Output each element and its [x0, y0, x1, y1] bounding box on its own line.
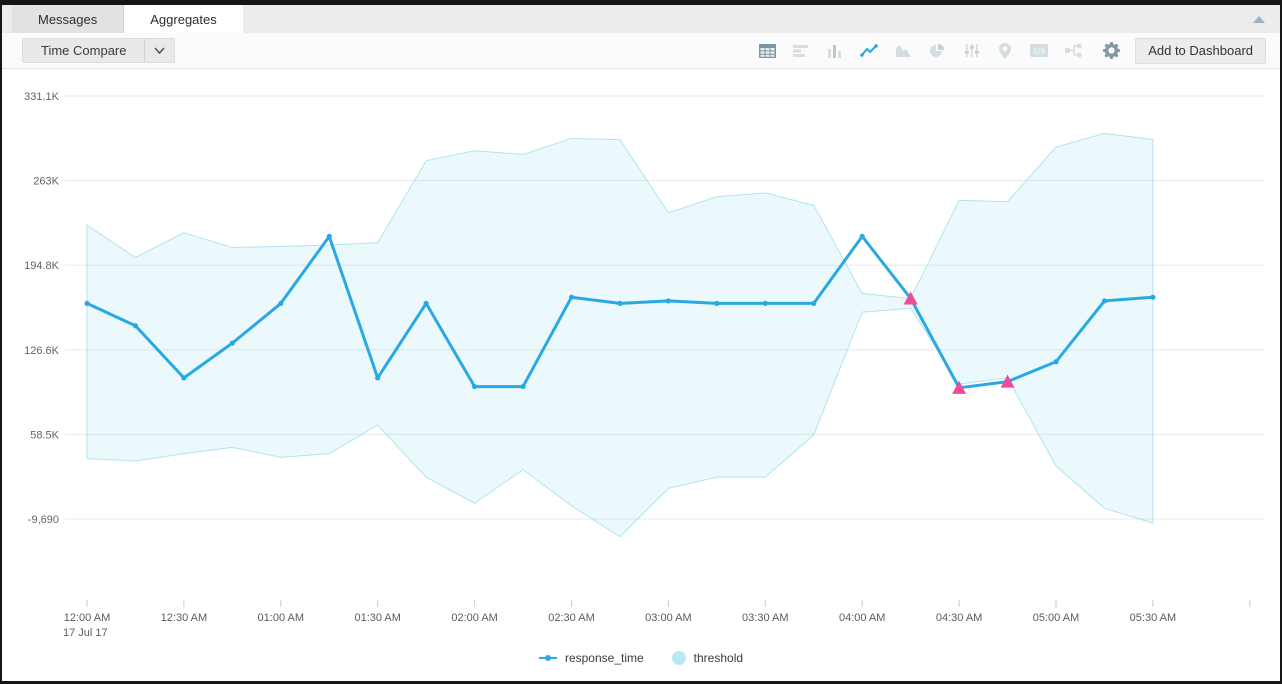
chart-area: 331.1K 263K 194.8K 126.6K 58.5K -9,690 12:00 A…	[2, 69, 1280, 681]
svg-text:58.5K: 58.5K	[30, 429, 59, 441]
svg-text:05:30 AM: 05:30 AM	[1130, 612, 1176, 624]
svg-text:03:00 AM: 03:00 AM	[645, 612, 691, 624]
sliders-icon[interactable]	[961, 41, 981, 61]
svg-text:04:30 AM: 04:30 AM	[936, 612, 982, 624]
line-series-marker-icon	[539, 654, 557, 662]
tab-aggregates-label: Aggregates	[150, 12, 217, 27]
svg-text:123: 123	[1033, 49, 1045, 56]
map-pin-icon[interactable]	[995, 41, 1015, 61]
svg-text:263K: 263K	[33, 176, 59, 188]
tab-strip: Messages Aggregates	[2, 5, 1280, 33]
svg-text:194.8K: 194.8K	[24, 260, 60, 272]
single-value-icon[interactable]: 123	[1029, 41, 1049, 61]
flow-icon[interactable]	[1063, 41, 1083, 61]
bar-chart-icon[interactable]	[791, 41, 811, 61]
chart-type-switcher: 123	[757, 41, 1083, 61]
svg-text:126.6K: 126.6K	[24, 345, 60, 357]
legend-item-threshold[interactable]: threshold	[672, 651, 743, 665]
tab-messages-label: Messages	[38, 12, 97, 27]
add-to-dashboard-label: Add to Dashboard	[1148, 43, 1253, 58]
svg-text:01:00 AM: 01:00 AM	[258, 612, 304, 624]
add-to-dashboard-button[interactable]: Add to Dashboard	[1135, 38, 1266, 64]
x-axis: 12:00 AM 12:30 AM 01:00 AM 01:30 AM 02:00 AM…	[63, 600, 1250, 639]
pie-chart-icon[interactable]	[927, 41, 947, 61]
aggregates-chart[interactable]: 331.1K 263K 194.8K 126.6K 58.5K -9,690 12:00 A…	[2, 69, 1280, 681]
svg-text:02:00 AM: 02:00 AM	[451, 612, 497, 624]
legend-label-response-time: response_time	[565, 651, 644, 665]
svg-text:01:30 AM: 01:30 AM	[354, 612, 400, 624]
svg-text:05:00 AM: 05:00 AM	[1033, 612, 1079, 624]
time-compare-main[interactable]: Time Compare	[23, 39, 144, 62]
tab-aggregates[interactable]: Aggregates	[124, 5, 243, 33]
collapse-up-icon[interactable]	[1250, 11, 1268, 27]
svg-text:02:30 AM: 02:30 AM	[548, 612, 594, 624]
table-icon[interactable]	[757, 41, 777, 61]
svg-text:-9,690: -9,690	[28, 514, 59, 526]
chart-toolbar: Time Compare	[2, 33, 1280, 69]
legend-label-threshold: threshold	[694, 651, 743, 665]
legend-item-response-time[interactable]: response_time	[539, 651, 644, 665]
line-chart-icon[interactable]	[859, 41, 879, 61]
time-compare-button: Time Compare	[22, 38, 175, 63]
app-window: Messages Aggregates Time Compare	[0, 0, 1282, 684]
column-chart-icon[interactable]	[825, 41, 845, 61]
time-compare-label: Time Compare	[41, 43, 126, 58]
chevron-down-icon	[154, 47, 165, 54]
time-compare-caret[interactable]	[144, 39, 174, 62]
svg-text:12:30 AM: 12:30 AM	[161, 612, 207, 624]
threshold-band	[87, 133, 1153, 536]
area-chart-icon[interactable]	[893, 41, 913, 61]
svg-text:17 Jul 17: 17 Jul 17	[63, 627, 108, 639]
chart-legend: response_time threshold	[2, 651, 1280, 665]
gear-icon[interactable]	[1101, 41, 1121, 61]
svg-text:331.1K: 331.1K	[24, 91, 60, 103]
svg-text:12:00 AM: 12:00 AM	[64, 612, 110, 624]
svg-text:04:00 AM: 04:00 AM	[839, 612, 885, 624]
tab-messages[interactable]: Messages	[12, 5, 124, 33]
svg-text:03:30 AM: 03:30 AM	[742, 612, 788, 624]
band-series-marker-icon	[672, 651, 686, 665]
